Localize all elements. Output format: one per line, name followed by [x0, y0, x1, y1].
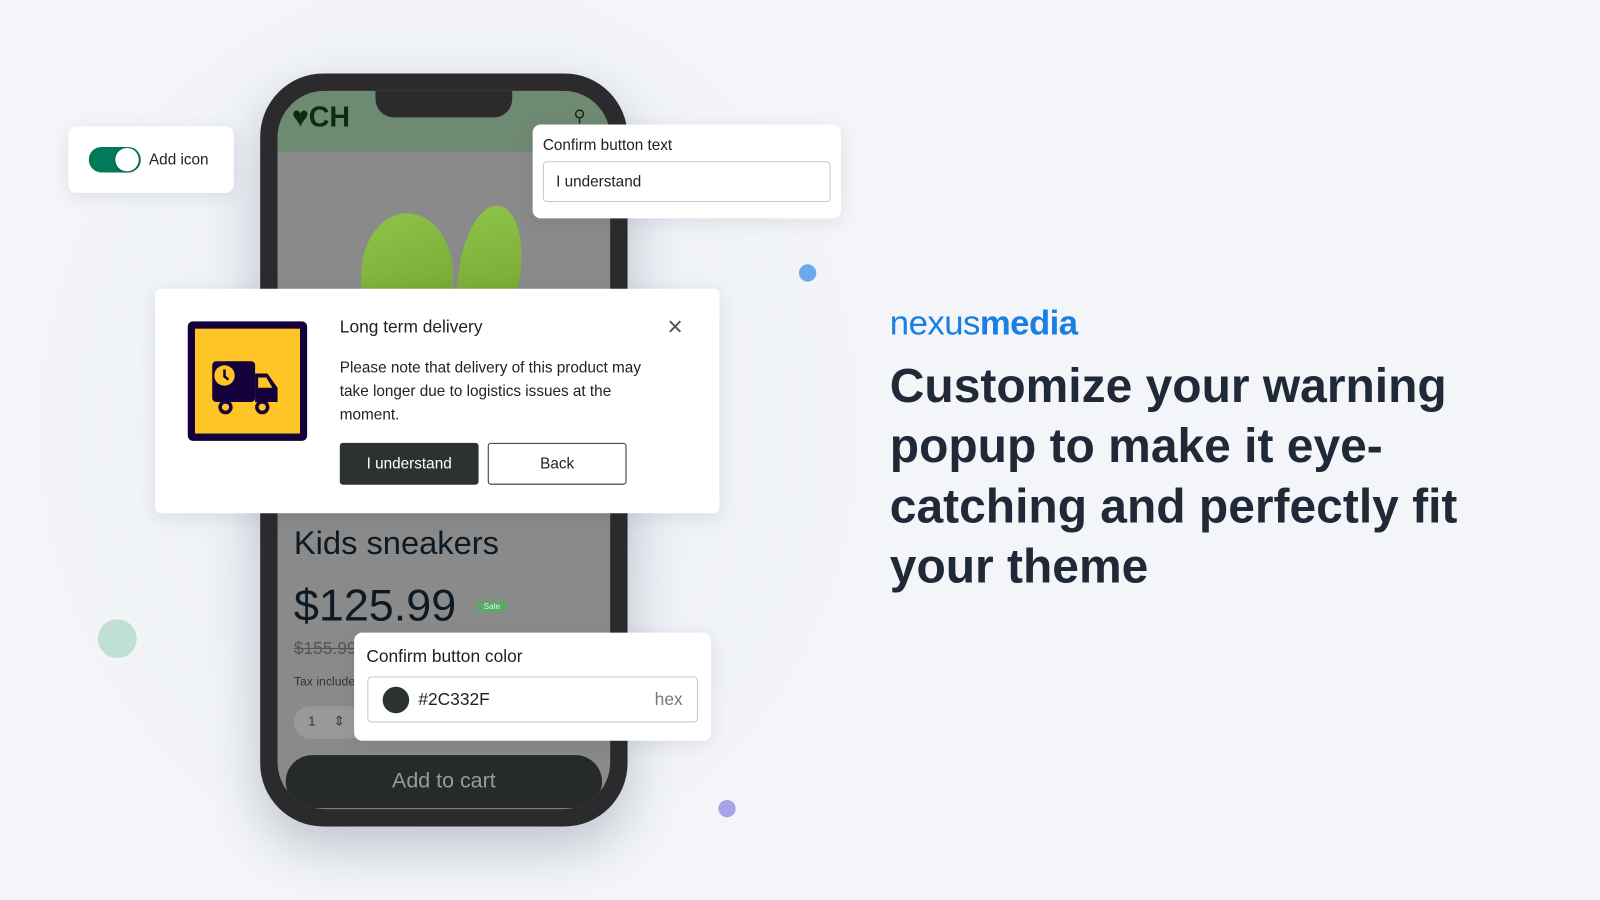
phone-notch [375, 90, 513, 118]
warning-popup: Long term delivery × Please note that de… [155, 288, 720, 514]
confirm-button[interactable]: I understand [339, 442, 479, 485]
decor-dot-blue [798, 264, 817, 282]
product-title: Kids sneakers [293, 524, 499, 562]
quantity-value: 1 [308, 713, 316, 729]
sale-badge: Sale [475, 601, 509, 613]
button-text-label: Confirm button text [542, 136, 673, 155]
brand-part2: media [979, 304, 1078, 343]
color-suffix: hex [654, 689, 683, 710]
button-color-label: Confirm button color [366, 646, 523, 667]
close-icon[interactable]: × [667, 311, 682, 343]
logo-text: CH [308, 101, 351, 133]
back-button[interactable]: Back [487, 442, 627, 485]
promo-canvas: ♥CH ⚲ Kids sneakers $125.99 Sale $155.99… [0, 0, 1600, 900]
truck-clock-icon [187, 321, 308, 441]
brand-part1: nexus [889, 304, 981, 343]
toggle-label: Add icon [148, 151, 209, 169]
decor-dot-purple [718, 799, 736, 818]
search-icon[interactable]: ⚲ [573, 106, 585, 126]
popup-body: Please note that delivery of this produc… [339, 359, 641, 424]
color-value: #2C332F [418, 689, 490, 710]
button-color-input[interactable]: #2C332F hex [367, 676, 698, 723]
button-text-card: Confirm button text I understand [532, 124, 841, 219]
button-color-card: Confirm button color #2C332F hex [354, 632, 712, 741]
product-price: $125.99 [293, 580, 457, 631]
decor-dot-green [97, 619, 137, 659]
add-icon-toggle[interactable] [88, 146, 141, 173]
old-price: $155.99 [293, 638, 357, 659]
brand-logo: nexusmedia [890, 304, 1078, 344]
store-logo: ♥CH [292, 101, 350, 134]
toggle-knob [115, 147, 139, 172]
color-swatch[interactable] [382, 686, 410, 714]
toggle-card: Add icon [68, 126, 234, 193]
button-text-input[interactable]: I understand [542, 161, 831, 203]
stepper-arrows-icon: ⇕ [333, 713, 345, 729]
heart-icon: ♥ [291, 101, 309, 133]
headline: Customize your warning popup to make it … [889, 358, 1458, 593]
add-to-cart-button[interactable]: Add to cart [285, 755, 603, 809]
popup-title: Long term delivery [339, 317, 483, 337]
